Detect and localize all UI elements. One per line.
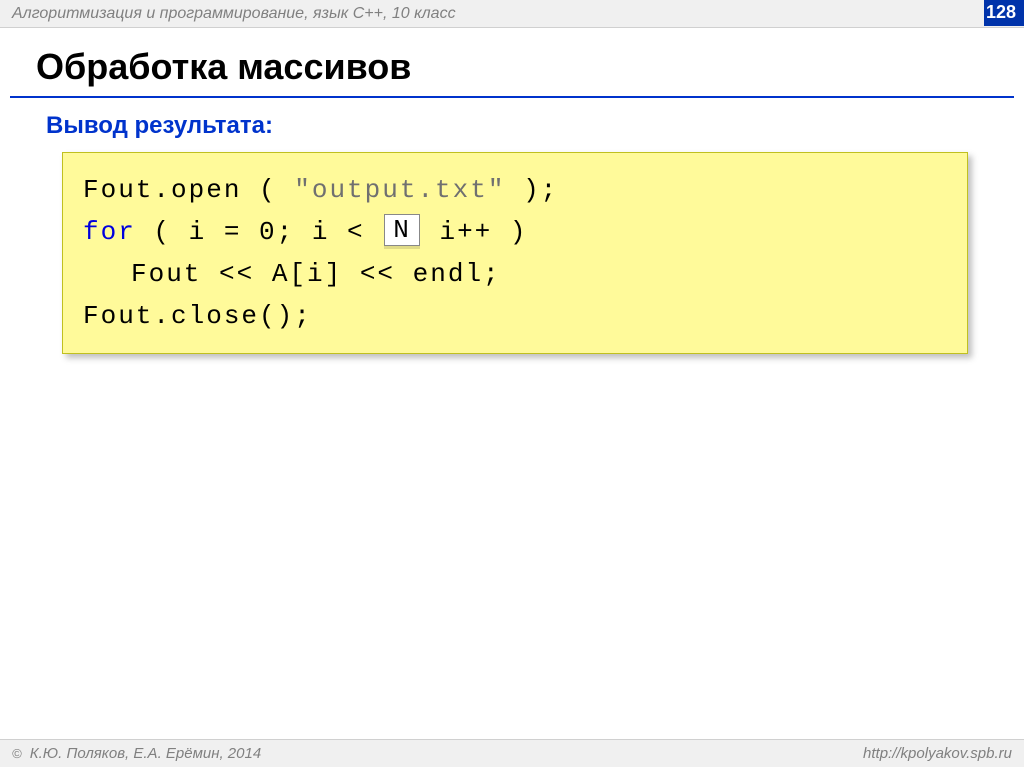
code-text: i++ ) — [422, 217, 528, 247]
code-line-3: Fout << A[i] << endl; — [83, 253, 947, 295]
page-title: Обработка массивов — [0, 28, 1024, 96]
copyright-icon: © — [12, 746, 22, 761]
code-text: Fout << A[i] << endl; — [131, 259, 501, 289]
code-line-4: Fout.close(); — [83, 295, 947, 337]
code-keyword: for — [83, 217, 136, 247]
code-line-2: for ( i = 0; i < N i++ ) — [83, 211, 947, 253]
code-text: ; i < — [277, 217, 383, 247]
subtitle: Вывод результата: — [0, 98, 1024, 152]
code-number: 0 — [259, 217, 277, 247]
code-text: Fout.open ( — [83, 175, 294, 205]
course-label: Алгоритмизация и программирование, язык … — [12, 5, 456, 23]
code-line-1: Fout.open ( "output.txt" ); — [83, 169, 947, 211]
code-text: Fout.close(); — [83, 301, 312, 331]
code-block: Fout.open ( "output.txt" ); for ( i = 0;… — [62, 152, 968, 354]
code-string: "output.txt" — [294, 175, 505, 205]
code-text: ); — [505, 175, 558, 205]
code-boxed-var: N — [384, 214, 420, 246]
copyright: © К.Ю. Поляков, Е.А. Ерёмин, 2014 — [12, 745, 261, 762]
footer-bar: © К.Ю. Поляков, Е.А. Ерёмин, 2014 http:/… — [0, 739, 1024, 767]
code-text: ( i = — [136, 217, 259, 247]
copyright-text: К.Ю. Поляков, Е.А. Ерёмин, 2014 — [30, 745, 261, 762]
page-number: 128 — [984, 0, 1024, 26]
header-bar: Алгоритмизация и программирование, язык … — [0, 0, 1024, 28]
footer-url: http://kpolyakov.spb.ru — [863, 745, 1012, 762]
